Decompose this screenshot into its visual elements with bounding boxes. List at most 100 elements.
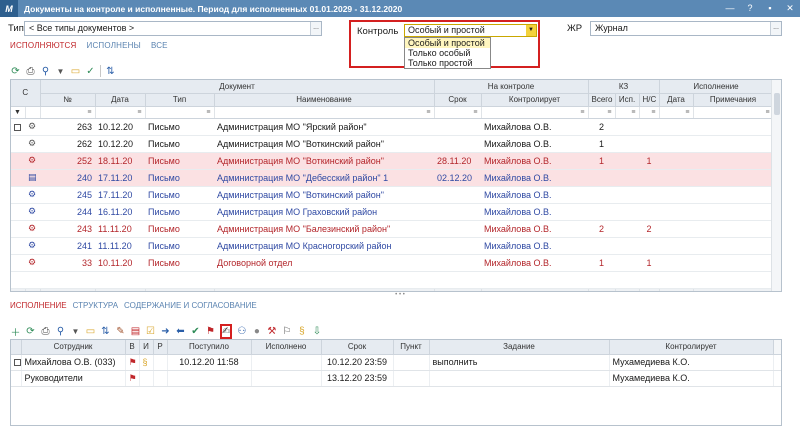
- close-icon[interactable]: ✕: [780, 0, 800, 17]
- sort-icon[interactable]: ⇅: [105, 66, 116, 77]
- task-text: [429, 370, 610, 387]
- journal-field[interactable]: Журнал ...: [590, 21, 782, 36]
- help-icon[interactable]: ?: [740, 0, 760, 17]
- table-row[interactable]: ▤ 240 17.11.20 Письмо Администрация МО "…: [11, 169, 781, 187]
- col-total-header[interactable]: Всего: [588, 93, 616, 107]
- export-icon[interactable]: ⇩: [311, 326, 322, 337]
- table-row[interactable]: ⚙ 263 10.12.20 Письмо Администрация МО "…: [11, 118, 781, 136]
- col-name-header[interactable]: Наименование: [214, 93, 435, 107]
- col-term-header[interactable]: Срок: [434, 93, 482, 107]
- doc-number: 262: [40, 135, 95, 153]
- type-ellipsis-button[interactable]: ...: [310, 22, 321, 35]
- journal-ellipsis-button[interactable]: ...: [770, 22, 781, 35]
- col-received-header[interactable]: Поступило: [167, 340, 252, 355]
- table-row[interactable]: ⚙ 241 11.11.20 Письмо Администрация МО К…: [11, 237, 781, 255]
- filter-icon[interactable]: ▼: [70, 327, 81, 336]
- users-icon[interactable]: ⚇: [236, 326, 247, 337]
- col-controller-header[interactable]: Контролирует: [481, 93, 589, 107]
- col-point-header[interactable]: Пункт: [393, 340, 430, 355]
- circle-icon[interactable]: ●: [251, 326, 262, 337]
- type-field[interactable]: < Все типы документов > ...: [24, 21, 322, 36]
- filter-cell[interactable]: ≡: [693, 106, 774, 119]
- filter-cell[interactable]: ≡: [95, 106, 146, 119]
- grid-vertical-scrollbar[interactable]: [771, 80, 781, 291]
- col-term-header[interactable]: Срок: [321, 340, 394, 355]
- tab-content-approval[interactable]: СОДЕРЖАНИЕ И СОГЛАСОВАНИЕ: [124, 301, 257, 310]
- col-type-header[interactable]: Тип: [145, 93, 215, 107]
- sort-icon[interactable]: ⇅: [100, 326, 111, 337]
- tab-completed[interactable]: ИСПОЛНЕНЫ: [87, 41, 141, 51]
- filter-cell[interactable]: ≡: [481, 106, 589, 119]
- folder-icon[interactable]: ▭: [70, 66, 81, 77]
- table-row[interactable]: ⚙ 245 17.11.20 Письмо Администрация МО "…: [11, 186, 781, 204]
- col-done-header[interactable]: Исполнено: [251, 340, 322, 355]
- col-i-header[interactable]: И: [139, 340, 154, 355]
- col-exec-date-header[interactable]: Дата: [659, 93, 694, 107]
- table-row[interactable]: ⚙ 252 18.11.20 Письмо Администрация МО "…: [11, 152, 781, 170]
- filter-cell[interactable]: ≡: [588, 106, 616, 119]
- row-checkbox[interactable]: [11, 118, 25, 136]
- scroll-thumb[interactable]: [774, 93, 780, 115]
- tab-execution[interactable]: ИСПОЛНЕНИЕ: [10, 301, 67, 310]
- scroll-icon[interactable]: §: [296, 326, 307, 337]
- table-row[interactable]: ⚙ 244 16.11.20 Письмо Администрация МО Г…: [11, 203, 781, 221]
- panel-splitter[interactable]: • • •: [0, 292, 800, 298]
- minimize-icon[interactable]: —: [720, 0, 740, 17]
- pen-icon[interactable]: ✎: [115, 326, 126, 337]
- maximize-icon[interactable]: ▪: [760, 0, 780, 17]
- doc-type: Письмо: [145, 152, 214, 170]
- check-icon[interactable]: ✔: [190, 326, 201, 337]
- filter-cell[interactable]: ≡: [659, 106, 694, 119]
- filter-cell[interactable]: ≡: [615, 106, 640, 119]
- filter-cell[interactable]: [25, 106, 41, 119]
- row-checkbox[interactable]: [11, 354, 22, 371]
- refresh-icon[interactable]: ⟳: [10, 66, 21, 77]
- table-row[interactable]: Михайлова О.В. (033) ⚑ § 10.12.20 11:58 …: [11, 354, 781, 371]
- col-task-header[interactable]: Задание: [429, 340, 610, 355]
- filter-cell[interactable]: ≡: [434, 106, 482, 119]
- folder-icon[interactable]: ▭: [85, 326, 96, 337]
- search-icon[interactable]: ⚲: [55, 326, 66, 337]
- chevron-down-icon[interactable]: ▼: [526, 25, 536, 36]
- col-v-header[interactable]: В: [125, 340, 140, 355]
- flag-doc-icon[interactable]: ⚑: [205, 326, 216, 337]
- table-row[interactable]: ⚙ 33 10.11.20 Письмо Договорной отдел Ми…: [11, 254, 781, 272]
- control-option[interactable]: Только простой: [405, 58, 490, 68]
- tab-all[interactable]: ВСЕ: [151, 41, 168, 51]
- tab-structure[interactable]: СТРУКТУРА: [73, 301, 118, 310]
- table-row[interactable]: ⚙ 262 10.12.20 Письмо Администрация МО "…: [11, 135, 781, 153]
- control-select[interactable]: Особый и простой ▼: [404, 24, 537, 37]
- refresh-icon[interactable]: ⟳: [25, 326, 36, 337]
- col-done-header[interactable]: Исп.: [615, 93, 640, 107]
- filter-cell[interactable]: ≡: [145, 106, 215, 119]
- back-icon[interactable]: ⬅: [175, 326, 186, 337]
- col-notes-header[interactable]: Примечания: [693, 93, 774, 107]
- filter-cell[interactable]: ≡: [639, 106, 660, 119]
- task-icon[interactable]: ☑: [145, 326, 156, 337]
- col-r-header[interactable]: Р: [153, 340, 168, 355]
- doc-icon[interactable]: ▤: [130, 326, 141, 337]
- col-date-header[interactable]: Дата: [95, 93, 146, 107]
- control-option[interactable]: Только особый: [405, 48, 490, 58]
- col-controller-header[interactable]: Контролирует: [609, 340, 774, 355]
- tab-in-progress[interactable]: ИСПОЛНЯЮТСЯ: [10, 41, 77, 51]
- route-icon[interactable]: ⚐: [281, 326, 292, 337]
- forward-icon[interactable]: ➜: [160, 326, 171, 337]
- stamp-icon[interactable]: ⚒: [266, 326, 277, 337]
- filter-cell[interactable]: ≡: [214, 106, 435, 119]
- table-row[interactable]: Руководители ⚑ 13.12.20 23:59 Мухамедиев…: [11, 370, 781, 387]
- print-icon[interactable]: ⎙: [25, 66, 36, 77]
- filter-icon[interactable]: ▼: [11, 106, 26, 119]
- search-icon[interactable]: ⚲: [40, 66, 51, 77]
- table-row[interactable]: ⚙ 243 11.11.20 Письмо Администрация МО "…: [11, 220, 781, 238]
- filter-cell[interactable]: ≡: [40, 106, 96, 119]
- col-num-header[interactable]: №: [40, 93, 96, 107]
- add-icon[interactable]: ＋: [10, 324, 21, 339]
- print-icon[interactable]: ⎙: [40, 326, 51, 337]
- col-ns-header[interactable]: Н/С: [639, 93, 660, 107]
- filter-icon[interactable]: ▼: [55, 67, 66, 76]
- control-option[interactable]: Особый и простой: [405, 38, 490, 48]
- edit-highlight-icon[interactable]: ✍: [220, 323, 233, 339]
- col-employee-header[interactable]: Сотрудник: [21, 340, 126, 355]
- check-icon[interactable]: ✓: [85, 66, 96, 77]
